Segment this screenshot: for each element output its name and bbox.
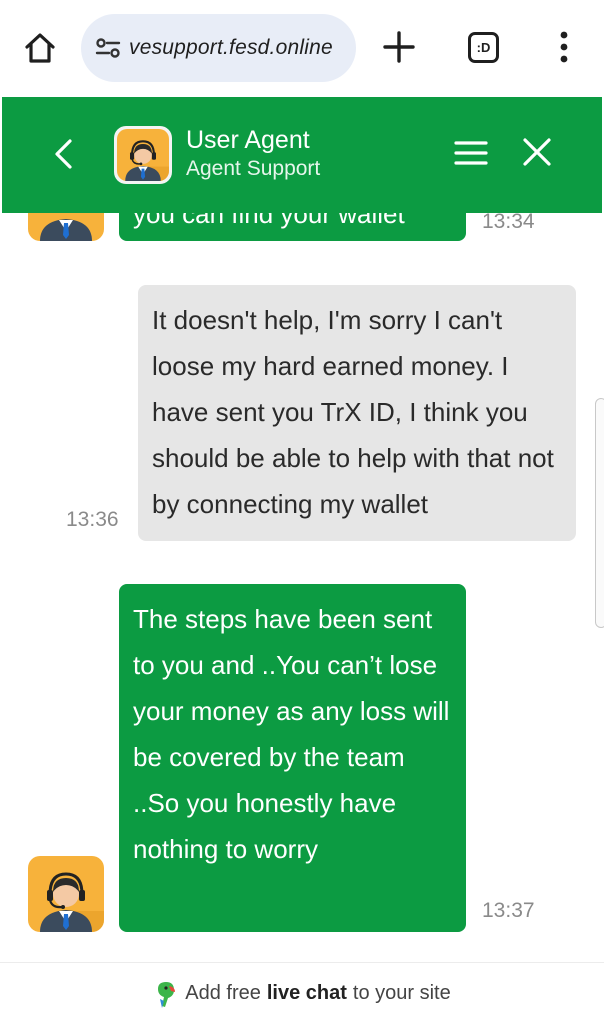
- footer-suffix: to your site: [352, 982, 451, 1004]
- agent-headset-icon: [28, 856, 104, 932]
- agent-headset-icon: [117, 129, 169, 181]
- hamburger-icon[interactable]: [454, 139, 488, 167]
- plus-icon[interactable]: [382, 30, 416, 64]
- kebab-menu-icon[interactable]: [556, 30, 572, 64]
- message-text: you can find your wallet: [133, 213, 405, 229]
- user-message-bubble: It doesn't help, I'm sorry I can't loose…: [138, 285, 576, 541]
- agent-headset-icon: [28, 213, 104, 241]
- agent-avatar: [28, 213, 104, 241]
- home-icon[interactable]: [22, 30, 58, 66]
- footer-prefix: Add free: [185, 982, 261, 1004]
- agent-name: User Agent: [186, 126, 310, 154]
- agent-message-bubble: you can find your wallet: [119, 213, 466, 241]
- url-text: vesupport.fesd.online: [129, 36, 333, 59]
- agent-avatar: [114, 126, 172, 184]
- message-text: The steps have been sent to you and ..Yo…: [133, 604, 450, 864]
- message-time: 13:36: [66, 508, 119, 531]
- message-time: 13:37: [482, 899, 535, 922]
- tabs-icon[interactable]: :D: [468, 32, 499, 63]
- message-time: 13:34: [482, 213, 535, 233]
- site-settings-icon[interactable]: [93, 33, 123, 63]
- browser-toolbar: vesupport.fesd.online :D: [0, 0, 604, 96]
- close-icon[interactable]: [522, 137, 552, 167]
- message-text: It doesn't help, I'm sorry I can't loose…: [152, 305, 554, 519]
- agent-role: Agent Support: [186, 157, 321, 180]
- agent-message-bubble: The steps have been sent to you and ..Yo…: [119, 584, 466, 932]
- address-bar[interactable]: vesupport.fesd.online: [81, 14, 356, 82]
- parrot-logo-icon: [158, 981, 176, 1008]
- agent-avatar: [28, 856, 104, 932]
- message-list[interactable]: you can find your wallet 13:34 It doesn'…: [0, 213, 604, 962]
- footer-bold[interactable]: live chat: [267, 982, 347, 1005]
- chat-header: User Agent Agent Support: [2, 97, 602, 213]
- chevron-left-icon[interactable]: [50, 137, 76, 171]
- footer-promo-link[interactable]: Add free live chat to your site: [0, 962, 604, 1024]
- scrollbar[interactable]: [595, 398, 604, 628]
